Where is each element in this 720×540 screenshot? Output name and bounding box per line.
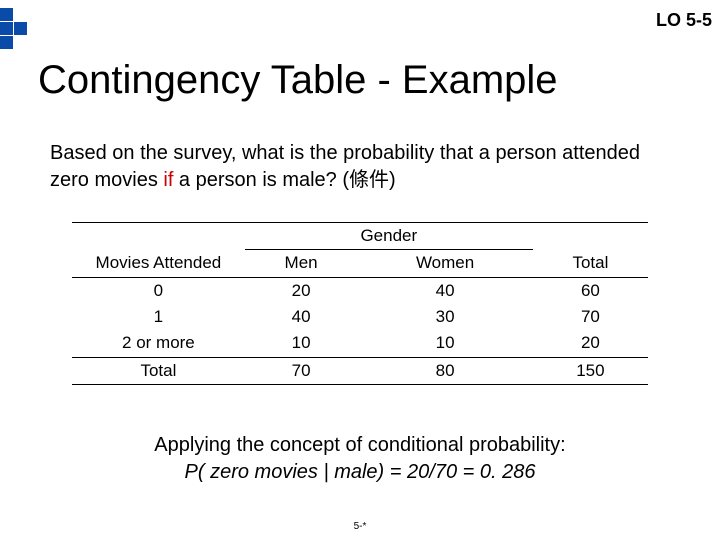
table-row: 2 or more 10 10 20 (72, 330, 648, 358)
question-text: Based on the survey, what is the probabi… (50, 140, 670, 194)
cell-total: 60 (533, 278, 648, 305)
cell-women: 40 (357, 278, 532, 305)
row-label: 0 (72, 278, 245, 305)
col-header-movies: Movies Attended (72, 250, 245, 278)
total-women: 80 (357, 358, 532, 385)
cell-men: 20 (245, 278, 358, 305)
contingency-table: Gender Movies Attended Men Women Total 0… (72, 222, 648, 385)
cell-total: 70 (533, 304, 648, 330)
table-total-row: Total 70 80 150 (72, 358, 648, 385)
table-row: 1 40 30 70 (72, 304, 648, 330)
solution-line1: Applying the concept of conditional prob… (0, 432, 720, 459)
total-row-label: Total (72, 358, 245, 385)
total-men: 70 (245, 358, 358, 385)
question-part2: a person is male? (條件) (173, 169, 395, 191)
row-label: 1 (72, 304, 245, 330)
gender-header: Gender (245, 223, 533, 250)
cell-men: 40 (245, 304, 358, 330)
col-header-total: Total (533, 250, 648, 278)
brand-logo (0, 8, 42, 50)
solution-formula: P( zero movies | male) = 20/70 = 0. 286 (0, 459, 720, 486)
col-header-men: Men (245, 250, 358, 278)
slide-title: Contingency Table - Example (38, 58, 558, 103)
table-row: 0 20 40 60 (72, 278, 648, 305)
question-if-highlight: if (163, 169, 173, 191)
solution-text: Applying the concept of conditional prob… (0, 432, 720, 486)
learning-objective-label: LO 5-5 (656, 10, 712, 31)
col-header-women: Women (357, 250, 532, 278)
cell-total: 20 (533, 330, 648, 358)
page-number: 5-* (0, 521, 720, 532)
total-all: 150 (533, 358, 648, 385)
row-label: 2 or more (72, 330, 245, 358)
cell-women: 30 (357, 304, 532, 330)
cell-women: 10 (357, 330, 532, 358)
cell-men: 10 (245, 330, 358, 358)
